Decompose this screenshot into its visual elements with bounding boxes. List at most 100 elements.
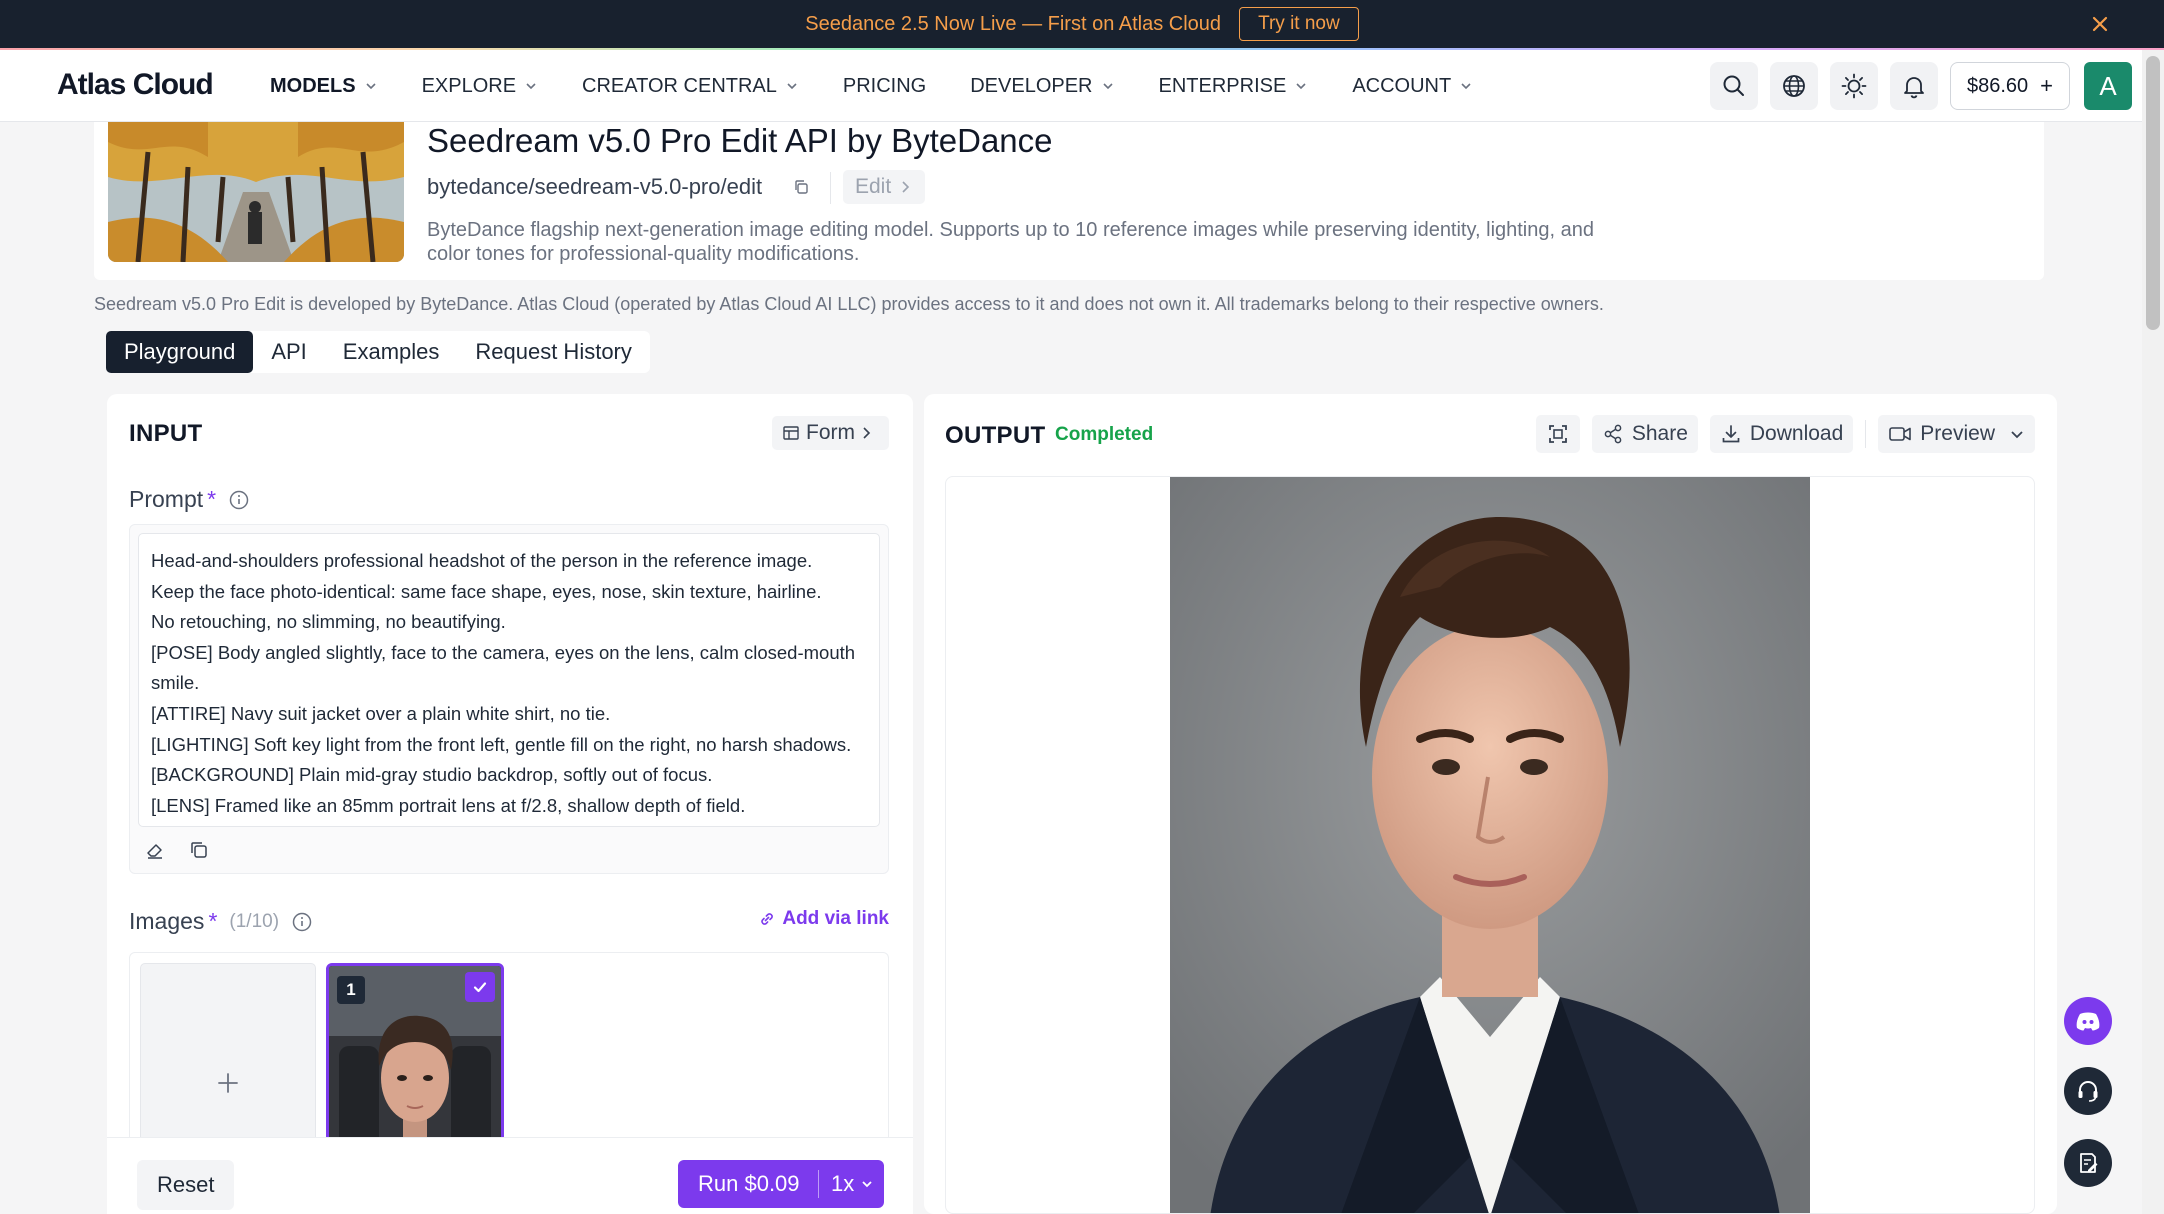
prompt-field-container: Head-and-shoulders professional headshot… xyxy=(129,524,889,874)
announcement-bar: Seedance 2.5 Now Live — First on Atlas C… xyxy=(0,0,2164,48)
prompt-label: Prompt * xyxy=(129,486,250,513)
search-icon[interactable] xyxy=(1709,62,1758,110)
avatar[interactable]: A xyxy=(2084,62,2132,110)
output-toolbar: Share Download Preview xyxy=(1524,414,2035,454)
nav-item-label: EXPLORE xyxy=(421,74,517,97)
tab-bar: Playground API Examples Request History xyxy=(106,331,650,373)
multiplier-select[interactable]: 1x xyxy=(819,1171,874,1197)
bell-icon[interactable] xyxy=(1889,62,1938,110)
top-navigation: Atlas Cloud MODELS EXPLORE CREATOR CENTR… xyxy=(0,50,2142,122)
download-button[interactable]: Download xyxy=(1709,415,1854,453)
prompt-textarea[interactable]: Head-and-shoulders professional headshot… xyxy=(138,533,880,827)
tab-examples[interactable]: Examples xyxy=(325,331,458,373)
page-scrollbar[interactable] xyxy=(2142,50,2164,1214)
close-icon[interactable] xyxy=(2088,12,2112,36)
link-icon xyxy=(761,913,774,925)
info-icon[interactable] xyxy=(291,911,313,933)
fullscreen-icon[interactable] xyxy=(1535,415,1580,453)
chevron-down-icon xyxy=(787,83,797,90)
required-mark: * xyxy=(207,486,217,512)
tab-playground[interactable]: Playground xyxy=(106,331,254,373)
globe-icon[interactable] xyxy=(1769,62,1818,110)
nav-item-pricing[interactable]: PRICING xyxy=(843,75,926,98)
chevron-right-icon xyxy=(902,181,910,193)
output-title: OUTPUT xyxy=(945,422,1046,449)
table-icon xyxy=(783,426,799,440)
chevron-down-icon xyxy=(1102,83,1113,90)
required-mark: * xyxy=(208,908,218,934)
nav-item-models[interactable]: MODELS xyxy=(270,75,378,98)
image-index-badge: 1 xyxy=(337,976,365,1004)
copy-icon[interactable] xyxy=(792,178,810,196)
prompt-label-text: Prompt xyxy=(129,486,204,512)
share-icon xyxy=(1604,424,1622,444)
divider xyxy=(1865,420,1867,448)
output-panel: OUTPUT Completed Share Download Preview xyxy=(924,394,2057,1214)
nav-item-label: ACCOUNT xyxy=(1352,74,1452,97)
run-label: Run $0.09 xyxy=(698,1171,800,1196)
nav-item-account[interactable]: ACCOUNT xyxy=(1352,75,1473,98)
chevron-down-icon xyxy=(526,83,536,90)
reset-button[interactable]: Reset xyxy=(137,1160,235,1210)
images-count: (1/10) xyxy=(229,910,280,932)
action-bar: Reset Run $0.09 1x xyxy=(107,1137,913,1214)
nav-item-explore[interactable]: EXPLORE xyxy=(422,75,538,98)
nav-item-label: PRICING xyxy=(842,74,927,97)
tab-api[interactable]: API xyxy=(253,331,324,373)
prompt-line: [BACKGROUND] Plain mid-gray studio backd… xyxy=(151,764,713,786)
try-it-now-button[interactable]: Try it now xyxy=(1239,7,1359,41)
prompt-line: smile. xyxy=(151,672,200,694)
images-label-text: Images xyxy=(129,908,205,934)
feedback-icon[interactable] xyxy=(2064,1139,2112,1187)
info-icon[interactable] xyxy=(228,489,250,511)
scrollbar-thumb[interactable] xyxy=(2146,56,2160,330)
prompt-line: No retouching, no slimming, no beautifyi… xyxy=(151,611,506,633)
nav-item-developer[interactable]: DEVELOPER xyxy=(970,75,1114,98)
disclaimer: Seedream v5.0 Pro Edit is developed by B… xyxy=(94,294,1604,314)
output-image[interactable] xyxy=(1170,477,1810,1213)
model-slug: bytedance/seedream-v5.0-pro/edit xyxy=(427,174,763,199)
chevron-right-icon xyxy=(863,427,871,439)
prompt-line: [ATTIRE] Navy suit jacket over a plain w… xyxy=(151,702,611,724)
chevron-down-icon xyxy=(365,83,376,90)
download-label: Download xyxy=(1749,422,1844,445)
add-via-link-button[interactable]: Add via link xyxy=(758,908,889,930)
images-label: Images * (1/10) xyxy=(129,908,313,935)
tab-request-history[interactable]: Request History xyxy=(457,331,650,373)
eraser-icon[interactable] xyxy=(140,835,170,865)
nav-item-creator-central[interactable]: CREATOR CENTRAL xyxy=(582,75,799,98)
balance-button[interactable]: $86.60 + xyxy=(1949,62,2070,110)
plus-icon xyxy=(218,1073,238,1093)
input-panel: INPUT Form Prompt * Head-and-shoulders p… xyxy=(107,394,913,1214)
run-button[interactable]: Run $0.09 1x xyxy=(678,1160,884,1208)
nav-item-label: CREATOR CENTRAL xyxy=(582,74,777,97)
check-icon[interactable] xyxy=(465,972,495,1002)
headset-icon[interactable] xyxy=(2064,1067,2112,1115)
status-badge: Completed xyxy=(1055,424,1154,445)
nav-menu: MODELS EXPLORE CREATOR CENTRAL PRICING D… xyxy=(270,50,1517,122)
nav-item-label: MODELS xyxy=(270,74,356,97)
prompt-line: [LENS] Framed like an 85mm portrait lens… xyxy=(151,794,746,816)
edit-label: Edit xyxy=(855,175,892,198)
nav-item-label: ENTERPRISE xyxy=(1158,74,1287,97)
nav-item-label: DEVELOPER xyxy=(970,74,1093,97)
video-icon xyxy=(1889,427,1912,441)
copy-icon[interactable] xyxy=(184,835,214,865)
preview-dropdown[interactable]: Preview xyxy=(1878,415,2035,453)
sun-icon[interactable] xyxy=(1829,62,1878,110)
prompt-line: [LIGHTING] Soft key light from the front… xyxy=(151,733,852,755)
nav-actions: $86.60 + A xyxy=(1698,60,2132,112)
balance-amount: $86.60 xyxy=(1966,74,2029,97)
share-label: Share xyxy=(1631,422,1688,445)
share-button[interactable]: Share xyxy=(1591,415,1698,453)
logo[interactable]: Atlas Cloud xyxy=(57,68,214,102)
form-toggle-button[interactable]: Form xyxy=(772,416,889,450)
nav-item-enterprise[interactable]: ENTERPRISE xyxy=(1159,75,1309,98)
prompt-line: [POSE] Body angled slightly, face to the… xyxy=(151,641,856,663)
plus-icon: + xyxy=(2040,73,2053,98)
discord-icon[interactable] xyxy=(2064,997,2112,1045)
multiplier-value: 1x xyxy=(831,1171,855,1196)
model-description: ByteDance flagship next-generation image… xyxy=(427,219,1594,265)
prompt-toolbar xyxy=(140,835,228,865)
edit-button[interactable]: Edit xyxy=(843,170,926,204)
